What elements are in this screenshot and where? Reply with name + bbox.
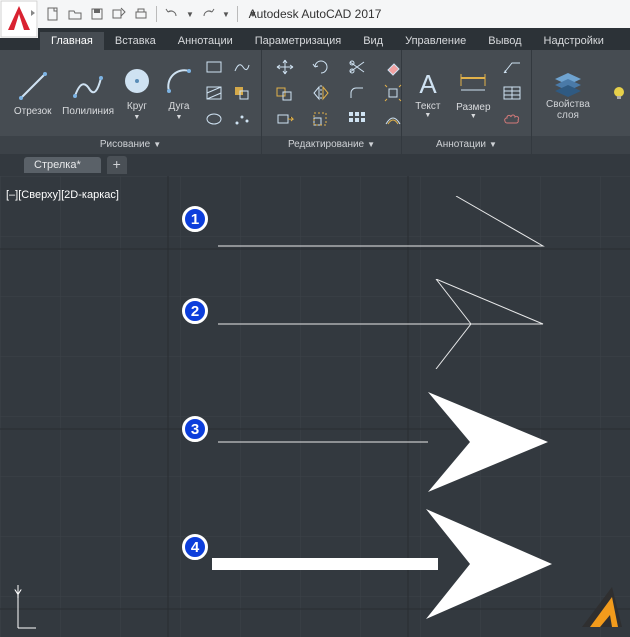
polyline-label: Полилиния	[62, 106, 114, 117]
leader-icon[interactable]	[499, 55, 525, 79]
tab-output[interactable]: Вывод	[477, 32, 532, 50]
spline-icon[interactable]	[229, 55, 255, 79]
panel-modify: Редактирование▼	[262, 50, 402, 154]
panel-annotation: A Текст ▼ Размер ▼ Аннотации▼	[402, 50, 532, 154]
text-button[interactable]: A Текст ▼	[408, 56, 448, 130]
document-tab[interactable]: Стрелка*	[24, 157, 101, 173]
polyline-button[interactable]: Полилиния	[61, 56, 114, 130]
layer-bulb-icon[interactable]	[606, 81, 630, 105]
tab-home[interactable]: Главная	[40, 32, 104, 50]
quick-access-toolbar: ▼ ▼ ▼	[44, 3, 262, 25]
ribbon-tab-strip: Главная Вставка Аннотации Параметризация…	[0, 28, 630, 50]
qat-separator	[237, 6, 238, 22]
text-label: Текст	[415, 101, 440, 112]
table-icon[interactable]	[499, 81, 525, 105]
mirror-icon[interactable]	[304, 81, 338, 105]
circle-button[interactable]: Круг ▼	[117, 56, 157, 130]
document-tab-strip: Стрелка* +	[0, 154, 630, 176]
arrow-example-4	[212, 509, 552, 619]
app-title: Autodesk AutoCAD 2017	[249, 7, 382, 21]
tab-manage[interactable]: Управление	[394, 32, 477, 50]
drawing-canvas[interactable]: [–][Сверху][2D-каркас] 1 2 3 4 Y	[0, 176, 630, 637]
panel-modify-title[interactable]: Редактирование▼	[262, 136, 401, 154]
panel-layers: Свойства слоя	[532, 50, 630, 154]
qat-print-icon[interactable]	[132, 5, 150, 23]
tab-addins[interactable]: Надстройки	[533, 32, 615, 50]
copy-icon[interactable]	[268, 81, 302, 105]
callout-2: 2	[182, 298, 208, 324]
qat-saveas-icon[interactable]	[110, 5, 128, 23]
arrow-example-1	[218, 196, 548, 256]
arrow-example-3	[218, 392, 548, 492]
panel-annotation-title[interactable]: Аннотации▼	[402, 136, 531, 154]
array-icon[interactable]	[340, 107, 374, 131]
add-document-button[interactable]: +	[107, 156, 127, 174]
tab-insert[interactable]: Вставка	[104, 32, 167, 50]
ellipse-icon[interactable]	[201, 107, 227, 131]
qat-redo-icon[interactable]	[199, 5, 217, 23]
qat-chevron-down-icon[interactable]: ▼	[221, 5, 231, 23]
svg-text:A: A	[419, 69, 437, 99]
panel-draw-title[interactable]: Рисование▼	[0, 136, 261, 154]
qat-save-icon[interactable]	[88, 5, 106, 23]
corner-logo-icon	[572, 579, 628, 635]
dimension-label: Размер	[456, 102, 490, 113]
ribbon: Отрезок Полилиния Круг ▼ Дуга ▼	[0, 50, 630, 154]
dimension-button[interactable]: Размер ▼	[450, 56, 497, 130]
line-label: Отрезок	[14, 106, 52, 117]
arc-label: Дуга	[168, 101, 189, 112]
panel-draw: Отрезок Полилиния Круг ▼ Дуга ▼	[0, 50, 262, 154]
qat-separator	[156, 6, 157, 22]
tab-annotate[interactable]: Аннотации	[167, 32, 244, 50]
app-menu-button[interactable]	[0, 0, 38, 38]
ucs-y-label: Y	[14, 587, 22, 601]
point-icon[interactable]	[229, 107, 255, 131]
move-icon[interactable]	[268, 55, 302, 79]
scale-icon[interactable]	[304, 107, 338, 131]
line-button[interactable]: Отрезок	[6, 56, 59, 130]
region-icon[interactable]	[229, 81, 255, 105]
tab-view[interactable]: Вид	[352, 32, 394, 50]
arc-button[interactable]: Дуга ▼	[159, 56, 199, 130]
callout-4: 4	[182, 534, 208, 560]
layer-properties-button[interactable]: Свойства слоя	[538, 65, 598, 121]
rotate-icon[interactable]	[304, 55, 338, 79]
callout-1: 1	[182, 206, 208, 232]
qat-chevron-down-icon[interactable]: ▼	[185, 5, 195, 23]
tab-parametric[interactable]: Параметризация	[244, 32, 352, 50]
cloud-icon[interactable]	[499, 107, 525, 131]
viewport-label[interactable]: [–][Сверху][2D-каркас]	[6, 189, 119, 201]
callout-3: 3	[182, 416, 208, 442]
fillet-icon[interactable]	[340, 81, 374, 105]
layer-props-label2: слоя	[557, 110, 579, 121]
circle-label: Круг	[127, 101, 147, 112]
title-bar: ▼ ▼ ▼ Autodesk AutoCAD 2017	[0, 0, 630, 28]
rectangle-icon[interactable]	[201, 55, 227, 79]
trim-icon[interactable]	[340, 55, 374, 79]
hatch-icon[interactable]	[201, 81, 227, 105]
arrow-example-2	[218, 279, 548, 369]
ucs-icon	[8, 583, 38, 633]
stretch-icon[interactable]	[268, 107, 302, 131]
qat-open-icon[interactable]	[66, 5, 84, 23]
qat-new-icon[interactable]	[44, 5, 62, 23]
qat-undo-icon[interactable]	[163, 5, 181, 23]
layer-props-label1: Свойства	[546, 99, 590, 110]
